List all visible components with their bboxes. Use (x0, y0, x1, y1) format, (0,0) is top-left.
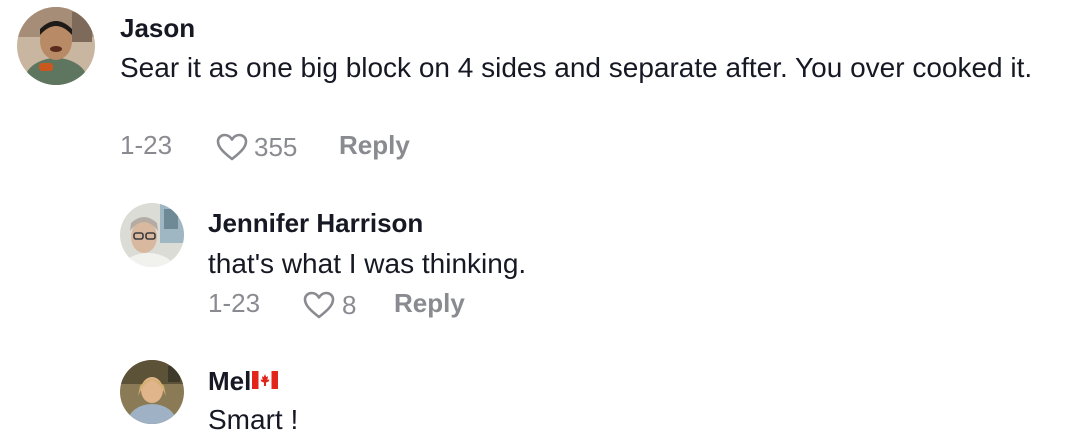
canada-flag-icon (252, 365, 279, 396)
comment-text: Smart ! (208, 404, 299, 435)
comment-thread: Jason Sear it as one big block on 4 side… (0, 0, 1086, 448)
username[interactable]: Mel (208, 365, 279, 399)
username-text: Mel (208, 366, 252, 396)
comment-mel: Mel Smart ! (0, 0, 1086, 448)
avatar[interactable] (120, 360, 184, 424)
